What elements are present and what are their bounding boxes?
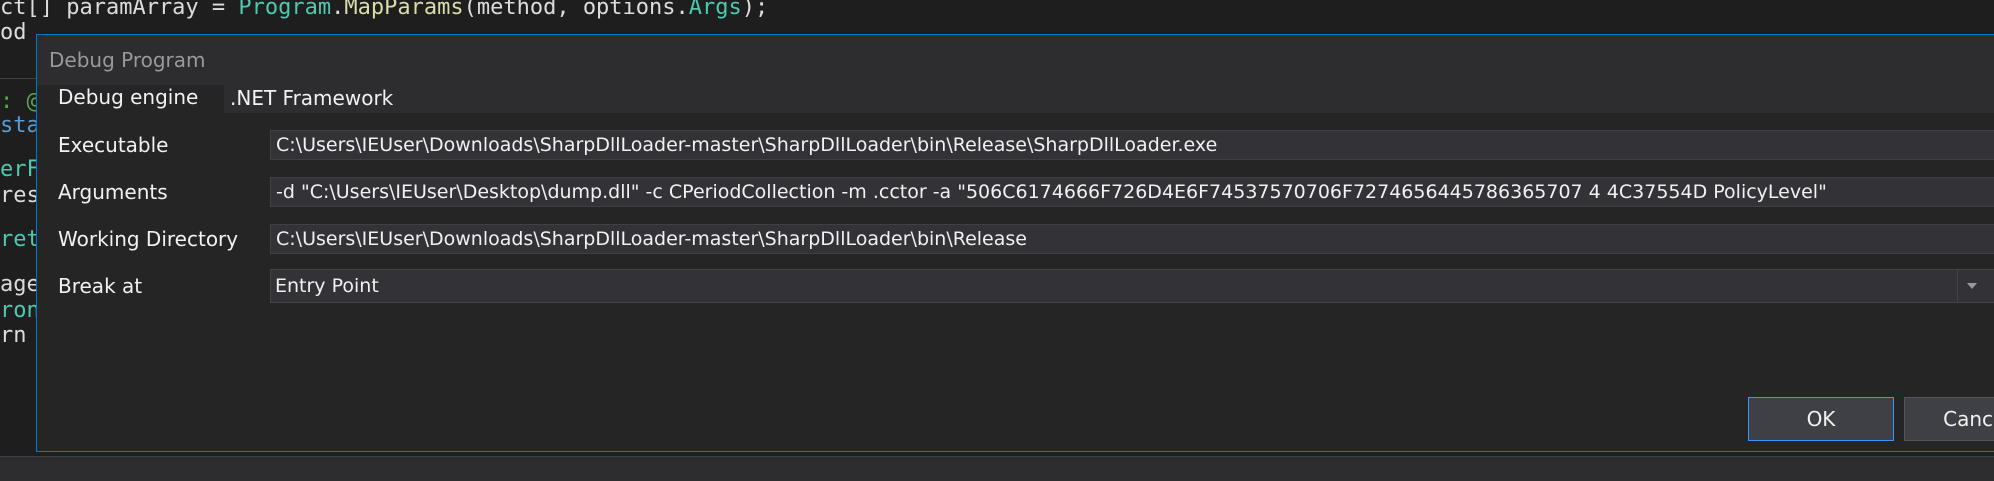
code-token: Program [238,0,332,20]
executable-input[interactable]: C:\Users\IEUser\Downloads\SharpDllLoader… [270,130,1994,160]
code-line: age [0,271,40,299]
code-token: MapParams [344,0,464,20]
break-at-label: Break at [58,274,143,298]
working-directory-row: Working Directory C:\Users\IEUser\Downlo… [37,224,1994,254]
code-token: res [0,183,40,208]
debug-program-dialog: Debug Program Debug engine .NET Framewor… [36,34,1994,452]
code-token: erF [0,157,40,182]
break-at-dropdown[interactable]: Entry Point [270,269,1994,303]
code-line: res [0,182,40,210]
chevron-down-icon[interactable] [1957,270,1986,302]
code-token: (method, options. [463,0,689,20]
dialog-title: Debug Program [49,48,206,72]
editor-separator [0,78,40,79]
debug-engine-field[interactable]: .NET Framework [224,83,1994,113]
code-line: sta [0,112,40,140]
code-token: ret [0,227,40,252]
code-token: rn [0,323,27,348]
code-token: : @ [0,89,40,114]
code-line: ron [0,297,40,325]
code-line: ret [0,226,40,254]
arguments-row: Arguments -d "C:\Users\IEUser\Desktop\du… [37,177,1994,207]
code-token: Args [688,0,742,20]
cancel-button[interactable]: Cancel [1904,397,1994,441]
code-token: age [0,272,40,297]
debug-engine-label: Debug engine [58,85,199,109]
editor-status-strip [0,456,1994,481]
executable-row: Executable C:\Users\IEUser\Downloads\Sha… [37,130,1994,160]
code-line: ct[] paramArray = Program.MapParams(meth… [0,0,768,22]
arguments-label: Arguments [58,180,168,204]
code-token: od [0,20,27,45]
break-at-row: Break at Entry Point [37,269,1994,303]
break-at-selected-value: Entry Point [275,275,379,297]
working-directory-label: Working Directory [58,227,239,251]
code-line: od [0,19,27,47]
code-line: rn [0,322,27,350]
executable-label: Executable [58,133,169,157]
dialog-titlebar[interactable]: Debug Program [37,35,1994,85]
code-token: ct[] paramArray = [0,0,239,20]
ok-button[interactable]: OK [1748,397,1894,441]
code-line: erF [0,156,40,184]
code-token: . [331,0,345,20]
arguments-input[interactable]: -d "C:\Users\IEUser\Desktop\dump.dll" -c… [270,177,1994,207]
code-token: sta [0,113,40,138]
working-directory-input[interactable]: C:\Users\IEUser\Downloads\SharpDllLoader… [270,224,1994,254]
code-token: ); [741,0,769,20]
debug-engine-row: Debug engine .NET Framework [37,83,1994,113]
code-token: ron [0,298,40,323]
